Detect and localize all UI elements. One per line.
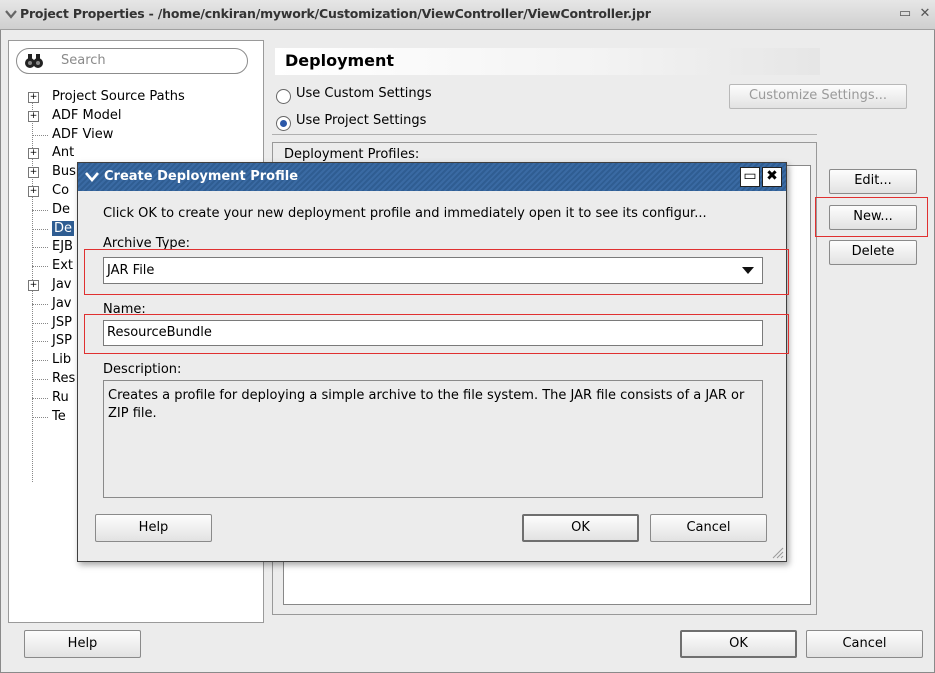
tree-item-label: Project Source Paths (52, 89, 185, 104)
maximize-icon[interactable]: ▭ (740, 167, 760, 187)
search-placeholder: Search (61, 53, 106, 68)
new-button-highlight (815, 197, 928, 237)
description-label: Description: (103, 362, 182, 377)
binoculars-icon (25, 54, 43, 68)
tree-connector (32, 416, 48, 418)
tree-item-label: JSP (52, 333, 72, 349)
cancel-button[interactable]: Cancel (806, 630, 923, 658)
dialog-cancel-button[interactable]: Cancel (650, 514, 767, 542)
tree-connector (32, 303, 48, 305)
archive-type-highlight (84, 249, 789, 295)
tree-item-label: ADF View (52, 126, 114, 142)
tree-item-label: Ant (52, 145, 75, 161)
dialog-intro-text: Click OK to create your new deployment p… (103, 206, 707, 221)
expand-icon[interactable]: + (28, 186, 39, 197)
separator (272, 134, 817, 135)
delete-button[interactable]: Delete (829, 240, 917, 265)
tree-connector (32, 341, 48, 343)
resize-grip-icon[interactable] (770, 545, 784, 559)
tree-connector (32, 209, 48, 211)
use-project-settings-radio[interactable] (276, 116, 291, 131)
dialog-title: Create Deployment Profile (104, 169, 299, 184)
use-project-settings-label[interactable]: Use Project Settings (296, 113, 426, 128)
edit-button[interactable]: Edit... (829, 169, 917, 194)
expand-icon[interactable]: + (28, 280, 39, 291)
search-input[interactable]: Search (16, 48, 248, 74)
tree-connector (32, 360, 48, 362)
tree-connector (32, 322, 48, 324)
close-icon[interactable]: ✖ (762, 167, 782, 187)
description-area: Creates a profile for deploying a simple… (103, 380, 763, 498)
tree-item-label: De (52, 201, 71, 217)
use-custom-settings-radio[interactable] (276, 89, 291, 104)
expand-icon[interactable]: + (28, 148, 39, 160)
use-custom-settings-label[interactable]: Use Custom Settings (296, 86, 432, 101)
chevron-down-icon[interactable] (5, 8, 17, 20)
create-deployment-profile-dialog (77, 162, 787, 562)
tree-item-label: Ext (52, 258, 74, 274)
tree-connector (32, 397, 48, 399)
maximize-icon[interactable]: ▭ (898, 7, 912, 21)
page-title: Deployment (285, 51, 395, 70)
dialog-ok-button[interactable]: OK (522, 514, 639, 542)
tree-item-label: Jav (52, 277, 72, 292)
expand-icon[interactable]: + (28, 92, 39, 103)
tree-item-label: Jav (52, 295, 72, 311)
page-header: Deployment (275, 48, 820, 75)
tree-connector (32, 228, 48, 230)
tree-item-label: De (52, 220, 75, 236)
window-titlebar[interactable]: Project Properties - /home/cnkiran/mywor… (0, 0, 935, 30)
tree-connector (32, 134, 48, 136)
tree-item-label: Lib (52, 352, 72, 368)
tree-connector (32, 266, 48, 268)
expand-icon[interactable]: + (28, 110, 39, 122)
help-button[interactable]: Help (24, 630, 141, 658)
tree-item-label: Bus (52, 164, 76, 180)
tree-item-label: Res (52, 371, 76, 386)
tree-connector (32, 379, 48, 380)
tree-item-label: JSP (52, 314, 72, 330)
tree-item-label: Ru (52, 389, 69, 405)
tree-item-label: Te (52, 408, 66, 424)
name-highlight (84, 314, 789, 354)
description-text: Creates a profile for deploying a simple… (108, 388, 745, 421)
tree-item-label: EJB (52, 239, 73, 255)
dialog-help-button[interactable]: Help (95, 514, 212, 542)
close-icon[interactable]: ✕ (918, 7, 932, 21)
chevron-down-icon[interactable] (85, 170, 99, 182)
tree-item-label: ADF Model (52, 107, 122, 123)
tree-connector (32, 247, 48, 249)
ok-button[interactable]: OK (680, 630, 797, 658)
customize-settings-button[interactable]: Customize Settings... (729, 84, 907, 109)
expand-icon[interactable]: + (28, 167, 39, 179)
window-title: Project Properties - /home/cnkiran/mywor… (20, 6, 651, 21)
dialog-titlebar[interactable]: Create Deployment Profile ▭ ✖ (78, 163, 786, 191)
tree-item-label: Co (52, 183, 70, 198)
